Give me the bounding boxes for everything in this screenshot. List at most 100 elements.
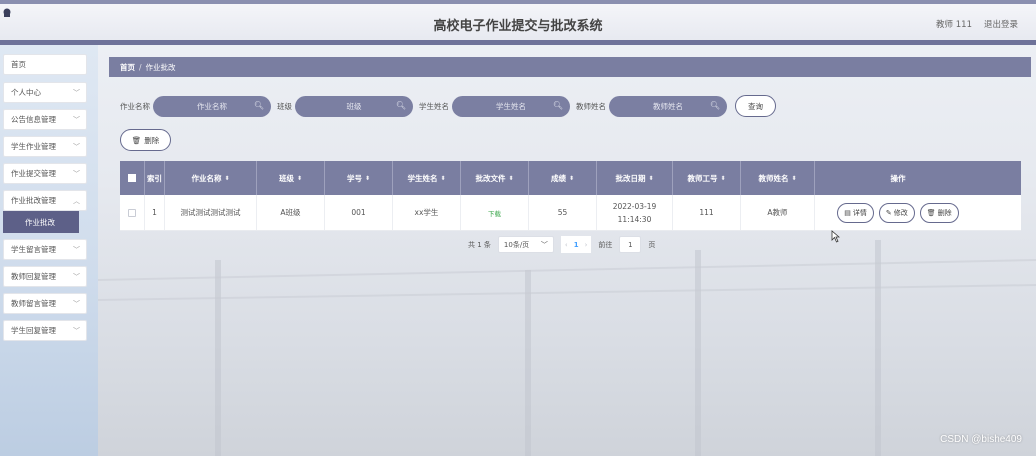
edit-button[interactable]: ✎ 修改 bbox=[878, 202, 915, 223]
student-name-input[interactable]: 学生姓名 🔍︎ bbox=[452, 95, 570, 117]
mouse-cursor-icon bbox=[831, 230, 840, 243]
column-header-label: 教师姓名 bbox=[758, 173, 789, 183]
chevron-down-icon: ﹀ bbox=[73, 326, 80, 335]
goto-page-value: 1 bbox=[628, 240, 633, 249]
cell-homework-name: 测试测试测试测试 bbox=[165, 195, 257, 230]
chevron-down-icon: ﹀ bbox=[73, 115, 80, 124]
search-button-label: 查询 bbox=[748, 101, 763, 111]
chevron-down-icon: ﹀ bbox=[73, 245, 80, 254]
search-icon: 🔍︎ bbox=[709, 100, 720, 110]
edit-button-label: 修改 bbox=[893, 208, 908, 217]
chevron-down-icon: ﹀ bbox=[73, 88, 80, 97]
sidebar-item-student-homework[interactable]: 学生作业管理 ﹀ bbox=[3, 136, 87, 157]
trash-icon: 🗑︎ bbox=[131, 135, 142, 145]
search-label-homework-name: 作业名称 bbox=[120, 101, 150, 111]
page-size-select[interactable]: 10条/页 ﹀ bbox=[497, 236, 554, 253]
chevron-down-icon: ﹀ bbox=[73, 272, 80, 281]
cell-teacher-no: 111 bbox=[673, 195, 741, 230]
column-header-actions: 操作 bbox=[890, 173, 906, 183]
sidebar-item-label: 首页 bbox=[11, 60, 26, 69]
total-count: 共 1 条 bbox=[468, 240, 491, 249]
logout-link[interactable]: 退出登录 bbox=[984, 18, 1018, 30]
sidebar-item-label: 学生回复管理 bbox=[11, 326, 56, 335]
page-size-value: 10条/页 bbox=[503, 240, 530, 249]
search-icon: 🔍︎ bbox=[253, 100, 264, 110]
column-header-label: 教师工号 bbox=[687, 173, 718, 183]
sidebar-item-personal-center[interactable]: 个人中心 ﹀ bbox=[3, 82, 87, 103]
sidebar-item-homework-grading[interactable]: 作业批改管理 ︿ bbox=[3, 190, 87, 211]
batch-delete-button[interactable]: 🗑︎ 删除 bbox=[120, 129, 171, 151]
app-title: 高校电子作业提交与批改系统 bbox=[433, 19, 603, 34]
breadcrumb-home[interactable]: 首页 bbox=[120, 62, 135, 73]
teacher-name-input[interactable]: 教师姓名 🔍︎ bbox=[609, 95, 727, 117]
sidebar-item-teacher-replies[interactable]: 教师回复管理 ﹀ bbox=[3, 266, 87, 287]
search-label-class: 班级 bbox=[277, 101, 292, 111]
detail-button-label: 详情 bbox=[852, 208, 867, 217]
chevron-down-icon: ﹀ bbox=[73, 299, 80, 308]
column-header-student-no[interactable]: 学号 ⬍ bbox=[325, 161, 393, 195]
sidebar-item-notice-management[interactable]: 公告信息管理 ﹀ bbox=[3, 109, 87, 130]
column-header-file[interactable]: 批改文件 ⬍ bbox=[461, 161, 529, 195]
column-header-teacher-name[interactable]: 教师姓名 ⬍ bbox=[741, 161, 815, 195]
detail-button[interactable]: ▤ 详情 bbox=[837, 202, 874, 223]
column-header-score[interactable]: 成绩 ⬍ bbox=[529, 161, 597, 195]
sort-icon: ⬍ bbox=[508, 174, 514, 182]
cell-class: A班级 bbox=[257, 195, 325, 230]
column-header-teacher-no[interactable]: 教师工号 ⬍ bbox=[673, 161, 741, 195]
prev-page-icon[interactable]: ‹ bbox=[565, 241, 568, 249]
sidebar-item-label: 学生作业管理 bbox=[11, 142, 56, 151]
column-header-label: 批改文件 bbox=[475, 173, 506, 183]
cell-score: 55 bbox=[529, 195, 597, 230]
cell-index: 1 bbox=[145, 195, 165, 230]
background-fence-decoration bbox=[98, 240, 1036, 456]
search-button[interactable]: 查询 bbox=[735, 95, 776, 117]
row-checkbox[interactable] bbox=[120, 195, 145, 230]
app-header: 高校电子作业提交与批改系统 教师 111 退出登录 bbox=[0, 4, 1036, 42]
table-row: 1 测试测试测试测试 A班级 001 xx学生 下载 55 2022-03-19… bbox=[120, 195, 1021, 231]
column-header-homework-name[interactable]: 作业名称 ⬍ bbox=[165, 161, 257, 195]
current-user: 教师 111 bbox=[936, 20, 972, 30]
homework-name-input[interactable]: 作业名称 🔍︎ bbox=[153, 95, 271, 117]
checkbox-icon bbox=[128, 208, 136, 217]
sidebar-item-student-replies[interactable]: 学生回复管理 ﹀ bbox=[3, 320, 87, 341]
column-header-date[interactable]: 批改日期 ⬍ bbox=[597, 161, 673, 195]
sidebar-item-label: 作业批改管理 bbox=[11, 196, 56, 205]
column-header-class[interactable]: 班级 ⬍ bbox=[257, 161, 325, 195]
column-header-student-name[interactable]: 学生姓名 ⬍ bbox=[393, 161, 461, 195]
sidebar-item-label: 教师回复管理 bbox=[11, 272, 56, 281]
chevron-up-icon: ︿ bbox=[73, 196, 80, 205]
header-user-area: 教师 111 退出登录 bbox=[936, 18, 1018, 30]
page-number-current[interactable]: 1 bbox=[574, 241, 579, 249]
sort-icon: ⬍ bbox=[720, 174, 726, 182]
document-icon: ▤ bbox=[844, 208, 851, 217]
sidebar-item-label: 学生留言管理 bbox=[11, 245, 56, 254]
class-input[interactable]: 班级 🔍︎ bbox=[295, 95, 413, 117]
edit-icon: ✎ bbox=[885, 208, 892, 217]
select-all-checkbox[interactable] bbox=[120, 161, 145, 195]
input-placeholder: 班级 bbox=[346, 101, 362, 111]
sidebar-item-label: 作业提交管理 bbox=[11, 169, 56, 178]
search-label-student-name: 学生姓名 bbox=[419, 101, 449, 111]
goto-page-input[interactable]: 1 bbox=[619, 236, 642, 253]
sidebar-item-label: 个人中心 bbox=[11, 88, 41, 97]
delete-row-button[interactable]: 🗑︎ 删除 bbox=[919, 202, 959, 223]
sort-icon: ⬍ bbox=[364, 174, 371, 182]
column-header-label: 批改日期 bbox=[615, 173, 646, 183]
delete-button-label: 删除 bbox=[144, 135, 160, 145]
sort-icon: ⬍ bbox=[648, 174, 654, 182]
sidebar-subitem-grading-active[interactable]: 作业批改 bbox=[3, 211, 79, 233]
column-header-label: 作业名称 bbox=[191, 173, 222, 183]
page-suffix: 页 bbox=[648, 240, 656, 249]
column-header-label: 班级 bbox=[278, 173, 294, 183]
sidebar-item-home[interactable]: 首页 bbox=[3, 54, 87, 75]
header-divider-bar bbox=[0, 40, 1036, 45]
next-page-icon[interactable]: › bbox=[585, 241, 588, 249]
sort-icon: ⬍ bbox=[568, 174, 575, 182]
cell-date: 2022-03-19 11:14:30 bbox=[597, 195, 673, 230]
input-placeholder: 教师姓名 bbox=[653, 101, 683, 111]
sidebar-item-student-messages[interactable]: 学生留言管理 ﹀ bbox=[3, 239, 87, 260]
download-link[interactable]: 下载 bbox=[488, 208, 501, 218]
breadcrumb-separator: / bbox=[139, 62, 142, 72]
sidebar-item-homework-submission[interactable]: 作业提交管理 ﹀ bbox=[3, 163, 87, 184]
sidebar-item-teacher-messages[interactable]: 教师留言管理 ﹀ bbox=[3, 293, 87, 314]
